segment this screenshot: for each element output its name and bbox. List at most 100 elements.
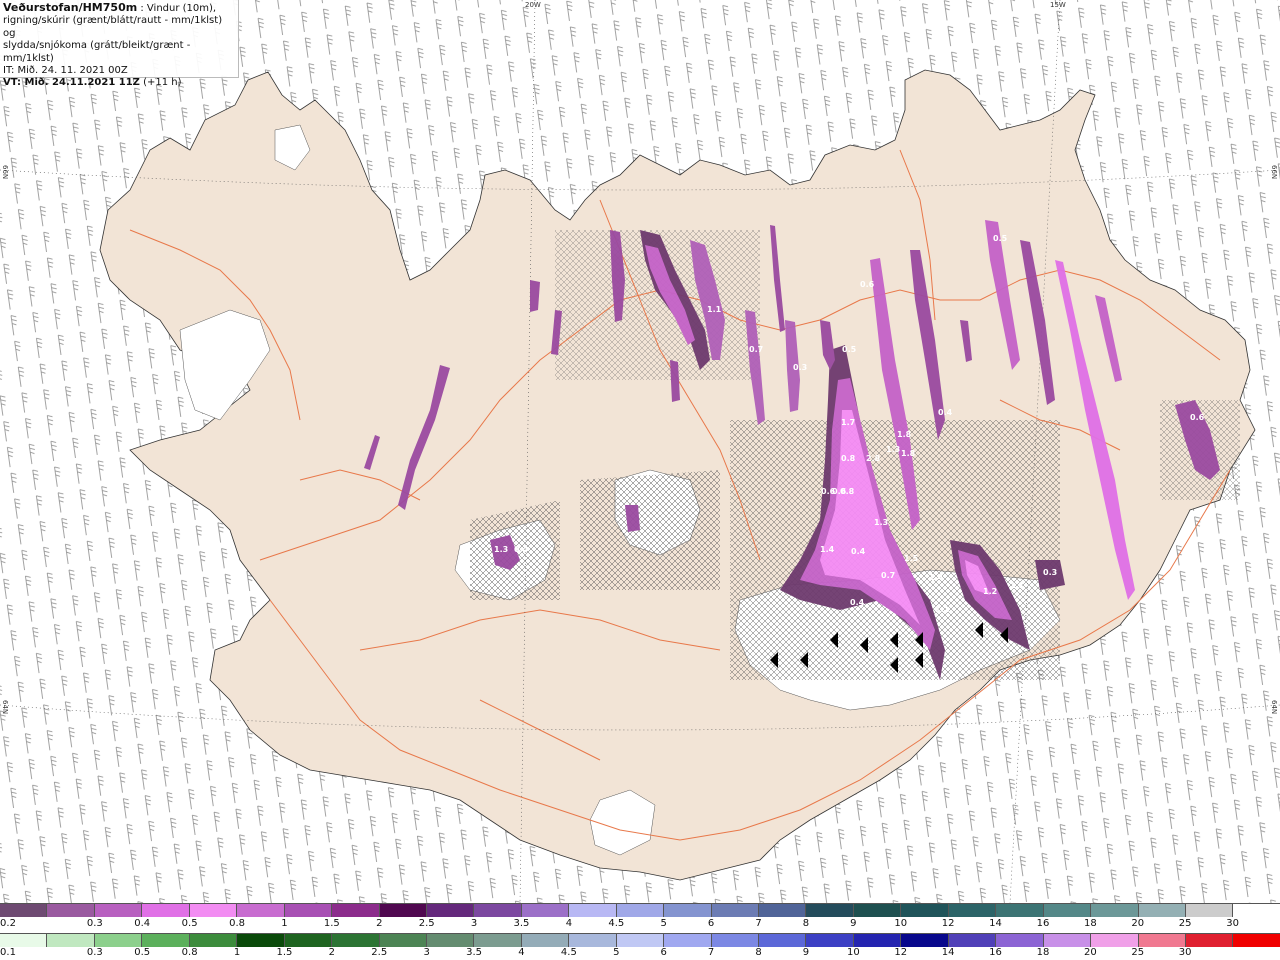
precip-value-label: 1.1	[707, 305, 722, 314]
colorbar-label: 30	[1226, 918, 1239, 929]
colorbar-cell	[1043, 904, 1092, 917]
colorbar-label: 0.5	[134, 947, 151, 958]
label-left-66n: 66N	[1, 165, 9, 180]
colorbar-label: 6	[660, 947, 667, 958]
precip-value-label: 1.1	[1010, 581, 1025, 590]
colorbar-label: 7	[707, 947, 715, 958]
colorbar-label: 2.5	[418, 918, 435, 929]
precip-value-label: 1.4	[929, 573, 944, 582]
precip-value-label: 0.4	[938, 408, 953, 417]
colorbar-label: 9	[850, 918, 857, 929]
precip-value-label: 0.7	[881, 571, 895, 580]
colorbar-label: 0.5	[181, 918, 198, 929]
colorbar-label: 6	[707, 918, 715, 929]
precip-value-label: 1.4	[820, 545, 835, 554]
init-time: IT: Mið. 24. 11. 2021 00Z	[3, 65, 128, 77]
colorbar-label: 1	[233, 947, 241, 958]
precip-value-label: 1.8	[897, 430, 912, 439]
colorbar-label: 7	[755, 918, 762, 929]
colorbar-label: 20	[1131, 918, 1145, 929]
precip-value-label: 0.4	[851, 547, 866, 556]
colorbar-label: 8	[802, 918, 810, 929]
colorbar-cell	[0, 904, 48, 917]
colorbar-cell	[806, 904, 854, 917]
snow-colorbar-labels: 0.2 0.3 0.4 0.5 0.8 1 1.5 2 2.5 3 3.5 4 4.5 5 6 7 8 9 10 12…	[0, 917, 1280, 931]
colorbar-label: 12	[894, 947, 908, 958]
colorbar-label: 0.3	[86, 947, 103, 958]
colorbar-label: 8	[755, 947, 762, 958]
map-header: Veðurstofan/HM750m : Vindur (10m), rigni…	[0, 0, 239, 88]
precip-value-label: 0.5	[993, 234, 1008, 243]
colorbar-cell	[1091, 904, 1139, 917]
colorbar-cell	[759, 904, 807, 917]
precip-value-label: 1.8	[901, 449, 916, 458]
colorbar-label: 0.4	[134, 918, 151, 929]
colorbar-cell	[1233, 904, 1280, 917]
precip-value-label: 1.1	[935, 605, 950, 614]
rain-colorbar-labels: 0.1 0.3 0.5 0.8 1 1.5 2 2.5 3 3.5 4 4.5 5 6 7 8 9 10 12 14 1…	[0, 946, 1280, 960]
colorbar-label: 9	[802, 947, 810, 958]
colorbar-label: 10	[846, 947, 860, 958]
colorbar-label: 2	[328, 947, 336, 958]
colorbar-label: 4	[565, 918, 573, 929]
map-title: Veðurstofan/HM750m	[3, 1, 138, 14]
colorbar-label: 16	[989, 947, 1002, 958]
precip-value-label: 1.3	[886, 445, 900, 454]
forecast-map: 1.3 0.4 1.7 0.8 2.8 1.3 1.8 1.8 0.6 0.6 0.8 1.3 1.4 0…	[0, 0, 1280, 904]
precip-value-label: 1.3	[494, 545, 508, 554]
colorbar-label: 0.3	[86, 918, 103, 929]
colorbar-label: 3	[423, 947, 430, 958]
snow-colorbar	[0, 903, 1280, 917]
colorbar-label: 4.5	[560, 947, 577, 958]
label-top-15w: 15W	[1050, 1, 1066, 9]
precip-value-label: 0.4	[514, 545, 529, 554]
colorbar-cell	[94, 904, 143, 917]
colorbar-label: 10	[894, 918, 908, 929]
colorbar-cell	[1138, 904, 1186, 917]
precip-value-label: 0.3	[1043, 568, 1057, 577]
colorbar-label: 30	[1178, 947, 1192, 958]
colorbar-label: 0.2	[0, 918, 16, 929]
colorbar-cell	[996, 904, 1044, 917]
colorbar-label: 25	[1131, 947, 1145, 958]
colorbar-label: 2.5	[371, 947, 388, 958]
colorbar-cell	[521, 904, 570, 917]
colorbar-label: 16	[1036, 918, 1050, 929]
precip-value-label: 0.8	[840, 487, 855, 496]
colorbar-label: 4	[518, 947, 525, 958]
colorbar-label: 4.5	[608, 918, 625, 929]
colorbar-label: 0.8	[181, 947, 198, 958]
colorbar-label: 14	[989, 918, 1002, 929]
colorbar-cell	[901, 904, 949, 917]
label-top-20w: 20W	[525, 1, 541, 9]
colorbar-cell	[664, 904, 712, 917]
colorbar-cell	[237, 904, 285, 917]
colorbar-label: 3.5	[466, 947, 483, 958]
map-canvas: 1.3 0.41.70.8 2.81.31.81.80.60.60.81.31.4 0…	[0, 0, 1280, 904]
colorbar-label: 25	[1178, 918, 1192, 929]
colorbar-label: 5	[613, 947, 620, 958]
colorbar-cell	[47, 904, 95, 917]
label-left-64n: 64N	[1, 700, 9, 715]
colorbar-cell	[284, 904, 333, 917]
map-desc-1: : Vindur (10m),	[140, 3, 217, 14]
colorbar-cell	[426, 904, 475, 917]
precip-value-label: 0.5	[842, 345, 857, 354]
colorbar-cell	[616, 904, 665, 917]
precip-value-label: 0.8	[841, 454, 856, 463]
colorbar-cell	[332, 904, 380, 917]
colorbar-cell	[1185, 904, 1234, 917]
colorbar-label: 0.1	[0, 947, 16, 958]
colorbar-label: 0.8	[229, 918, 245, 929]
precip-value-label: 0.6	[860, 280, 875, 289]
map-desc-2: rigning/skúrir (grænt/blátt/rautt - mm/1…	[3, 15, 223, 39]
colorbar-label: 2	[376, 918, 383, 929]
precip-value-label: 2.8	[866, 454, 881, 463]
colorbar-label: 14	[941, 947, 955, 958]
colorbar-cell	[379, 904, 427, 917]
colorbar-label: 12	[941, 918, 955, 929]
colorbar-label: 18	[1036, 947, 1050, 958]
rain-colorbar	[0, 933, 1280, 947]
colorbar-label: 3	[470, 918, 478, 929]
valid-time: VT: Mið. 24.11.2021 11Z	[3, 77, 140, 89]
